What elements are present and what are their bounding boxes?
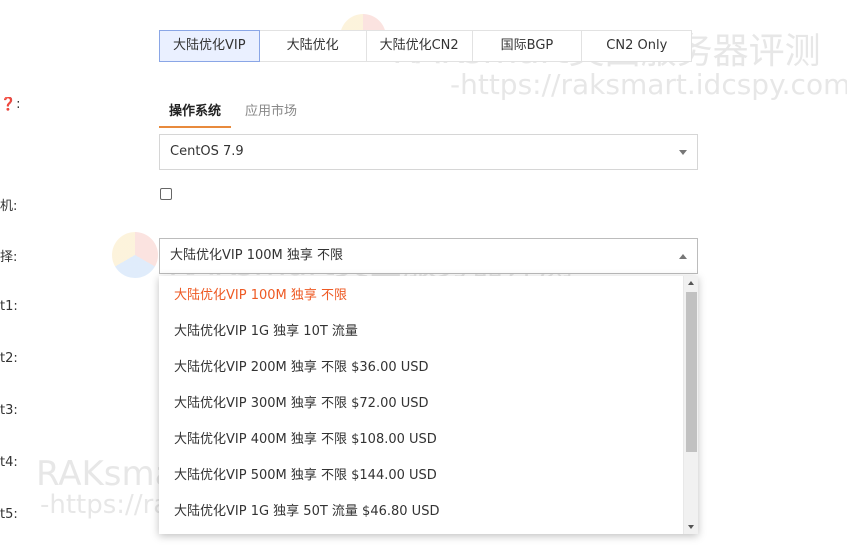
tab-intl-bgp[interactable]: 国际BGP: [472, 31, 583, 61]
left-label-ji: 机:: [0, 199, 18, 214]
left-label-1: t1:: [0, 299, 18, 314]
option-checkbox[interactable]: [160, 188, 172, 200]
bandwidth-option[interactable]: 大陆优化VIP 200M 独享 不限 $36.00 USD: [159, 350, 698, 386]
os-select-value: CentOS 7.9: [170, 144, 244, 159]
tab-mainland-vip[interactable]: 大陆优化VIP: [159, 30, 260, 62]
left-label-2: t2:: [0, 351, 18, 366]
bandwidth-dropdown: 大陆优化VIP 100M 独享 不限 大陆优化VIP 1G 独享 10T 流量 …: [159, 276, 698, 534]
bandwidth-option[interactable]: 大陆优化VIP 400M 独享 不限 $108.00 USD: [159, 422, 698, 458]
scroll-up-icon[interactable]: [688, 281, 694, 285]
bandwidth-option[interactable]: 大陆优化VIP 1G 独享 10T 流量: [159, 314, 698, 350]
watermark-url: -https://raksmart.idcspy.com/-: [450, 68, 847, 101]
bandwidth-option[interactable]: 大陆优化VIP 100M 独享 不限: [159, 278, 698, 314]
chevron-down-icon: [679, 150, 687, 155]
region-tabs: 大陆优化VIP 大陆优化 大陆优化CN2 国际BGP CN2 Only: [159, 30, 693, 62]
bandwidth-select[interactable]: 大陆优化VIP 100M 独享 不限: [159, 238, 698, 274]
bandwidth-options-list: 大陆优化VIP 100M 独享 不限 大陆优化VIP 1G 独享 10T 流量 …: [159, 276, 698, 530]
os-select[interactable]: CentOS 7.9: [159, 134, 698, 170]
tab-mainland[interactable]: 大陆优化: [259, 31, 367, 61]
scroll-down-icon[interactable]: [688, 525, 694, 529]
chevron-up-icon: [679, 254, 687, 259]
dropdown-scrollbar[interactable]: [683, 276, 698, 534]
watermark-logo-icon: [112, 232, 158, 278]
tab-operating-system[interactable]: 操作系统: [159, 96, 232, 128]
help-icon-label: ❓:: [0, 97, 21, 112]
tab-app-market[interactable]: 应用市场: [235, 96, 307, 128]
server-config-page: RAKsmart美国服务器评测 -https://raksmart.idcspy…: [0, 0, 847, 545]
left-label-4: t4:: [0, 455, 18, 470]
left-label-5: t5:: [0, 507, 18, 522]
tab-mainland-cn2[interactable]: 大陆优化CN2: [366, 31, 473, 61]
left-label-ze: 择:: [0, 250, 18, 265]
bandwidth-option[interactable]: 大陆优化VIP 300M 独享 不限 $72.00 USD: [159, 386, 698, 422]
bandwidth-option[interactable]: 大陆优化VIP 1G 独享 50T 流量 $46.80 USD: [159, 494, 698, 530]
tab-cn2-only[interactable]: CN2 Only: [582, 31, 693, 61]
os-tabs: 操作系统 应用市场: [159, 96, 307, 128]
bandwidth-select-value: 大陆优化VIP 100M 独享 不限: [170, 248, 343, 263]
bandwidth-option[interactable]: 大陆优化VIP 500M 独享 不限 $144.00 USD: [159, 458, 698, 494]
left-label-3: t3:: [0, 403, 18, 418]
scrollbar-thumb[interactable]: [686, 292, 697, 452]
